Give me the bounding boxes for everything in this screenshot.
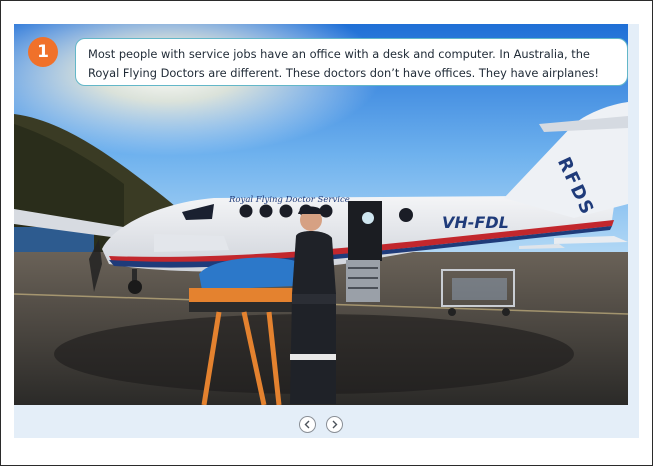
slide-caption: Most people with service jobs have an of… xyxy=(75,38,628,86)
fuselage-text: Royal Flying Doctor Service xyxy=(229,195,350,205)
registration-text: VH-FDL xyxy=(442,213,509,232)
caption-line-1: Most people with service jobs have an of… xyxy=(88,47,590,61)
next-slide-button[interactable] xyxy=(326,416,343,433)
step-number-badge: 1 xyxy=(28,37,58,67)
chevron-right-icon xyxy=(332,420,338,429)
chevron-left-icon xyxy=(304,420,310,429)
caption-line-2: Royal Flying Doctors are different. Thes… xyxy=(88,66,599,80)
previous-slide-button[interactable] xyxy=(299,416,316,433)
